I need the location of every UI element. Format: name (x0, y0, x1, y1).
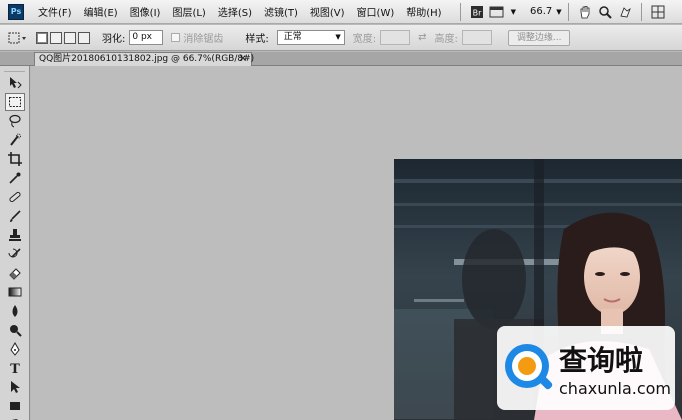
width-label: 宽度: (352, 34, 377, 45)
refine-edge-button[interactable]: 调整边缘... (507, 29, 571, 46)
photoshop-logo: Ps (8, 3, 24, 20)
healing-brush-tool-icon[interactable] (5, 188, 25, 206)
hand-tool-icon[interactable] (5, 416, 25, 420)
zoom-icon[interactable] (595, 3, 615, 21)
pen-tool-icon[interactable] (5, 340, 25, 358)
tool-preset-icon[interactable] (6, 29, 28, 47)
hand-icon[interactable] (575, 3, 595, 21)
menu-file[interactable]: 文件(F) (38, 4, 72, 19)
feather-input[interactable]: 0 px (129, 30, 164, 45)
add-selection-icon[interactable] (50, 31, 62, 44)
menu-help[interactable]: 帮助(H) (406, 4, 441, 19)
path-selection-tool-icon[interactable] (5, 378, 25, 396)
history-brush-tool-icon[interactable] (5, 245, 25, 263)
watermark-url: chaxunla.com (559, 379, 671, 398)
height-input[interactable] (461, 30, 492, 45)
style-select[interactable]: 正常 ▼ (276, 30, 345, 45)
screen-mode-icon[interactable] (487, 3, 507, 21)
checkbox-icon[interactable] (171, 33, 181, 42)
crop-tool-icon[interactable] (5, 150, 25, 168)
menu-separator (640, 2, 642, 21)
watermark-graphic: 查询啦 chaxunla.com (497, 326, 675, 410)
arrange-icon[interactable] (648, 3, 668, 21)
close-icon[interactable]: × (239, 53, 247, 65)
brush-tool-icon[interactable] (5, 207, 25, 225)
bridge-icon[interactable]: Br (467, 3, 487, 21)
height-label: 高度: (434, 34, 458, 45)
shape-tool-icon[interactable] (5, 397, 25, 415)
marquee-tool-icon[interactable] (5, 93, 25, 111)
subtract-selection-icon[interactable] (64, 31, 76, 44)
width-input[interactable] (380, 30, 411, 45)
menu-layer[interactable]: 图层(L) (172, 4, 205, 19)
lasso-tool-icon[interactable] (5, 112, 25, 130)
watermark-title: 查询啦 (559, 344, 643, 377)
menu-view[interactable]: 视图(V) (310, 4, 345, 19)
type-tool-icon[interactable]: T (5, 359, 25, 377)
antialias-checkbox[interactable]: 消除锯齿 (171, 30, 223, 45)
zoom-level[interactable]: 66.7 (530, 6, 552, 17)
menu-image[interactable]: 图像(I) (130, 4, 161, 19)
blur-tool-icon[interactable] (5, 302, 25, 320)
document-tab[interactable]: QQ图片20180610131802.jpg @ 66.7%(RGB/8#) × (34, 52, 255, 66)
zoom-dropdown-icon[interactable]: ▼ (556, 8, 561, 16)
watermark-logo: 查询啦 chaxunla.com (497, 326, 675, 410)
chevron-down-icon: ▼ (335, 33, 341, 41)
menu-separator (459, 2, 461, 21)
selection-mode-group (36, 31, 92, 44)
document-tab-row: QQ图片20180610131802.jpg @ 66.7%(RGB/8#) × (0, 52, 682, 66)
menu-filter[interactable]: 滤镜(T) (264, 4, 298, 19)
feather-label: 羽化: (102, 34, 126, 45)
menu-bar: Ps 文件(F) 编辑(E) 图像(I) 图层(L) 选择(S) 滤镜(T) 视… (0, 0, 682, 24)
menu-window[interactable]: 窗口(W) (357, 4, 395, 19)
menu-edit[interactable]: 编辑(E) (84, 4, 118, 19)
intersect-selection-icon[interactable] (78, 31, 90, 44)
move-tool-icon[interactable] (5, 74, 25, 92)
document-tab-title: QQ图片20180610131802.jpg @ 66.7%(RGB/8#) (39, 54, 255, 64)
antialias-label: 消除锯齿 (183, 34, 224, 45)
rotate-view-icon[interactable] (615, 3, 635, 21)
style-label: 样式: (245, 34, 269, 45)
gradient-tool-icon[interactable] (5, 283, 25, 301)
dodge-tool-icon[interactable] (5, 321, 25, 339)
eyedropper-tool-icon[interactable] (5, 169, 25, 187)
new-selection-icon[interactable] (36, 31, 48, 44)
toolbox: T (0, 66, 30, 420)
toolbox-grip[interactable] (4, 68, 25, 72)
menu-separator (567, 2, 569, 21)
style-value: 正常 (283, 32, 302, 42)
svg-text:Br: Br (472, 8, 481, 17)
menu-select[interactable]: 选择(S) (218, 4, 252, 19)
quick-selection-tool-icon[interactable] (5, 131, 25, 149)
svg-text:T: T (10, 362, 20, 375)
eraser-tool-icon[interactable] (5, 264, 25, 282)
clone-stamp-tool-icon[interactable] (5, 226, 25, 244)
swap-icon[interactable]: ⇄ (418, 32, 426, 43)
menu-items: 文件(F) 编辑(E) 图像(I) 图层(L) 选择(S) 滤镜(T) 视图(V… (38, 4, 454, 19)
options-bar: 羽化: 0 px 消除锯齿 样式: 正常 ▼ 宽度: ⇄ 高度: 调整边缘... (0, 25, 682, 51)
chevron-down-icon[interactable]: ▼ (511, 8, 516, 16)
